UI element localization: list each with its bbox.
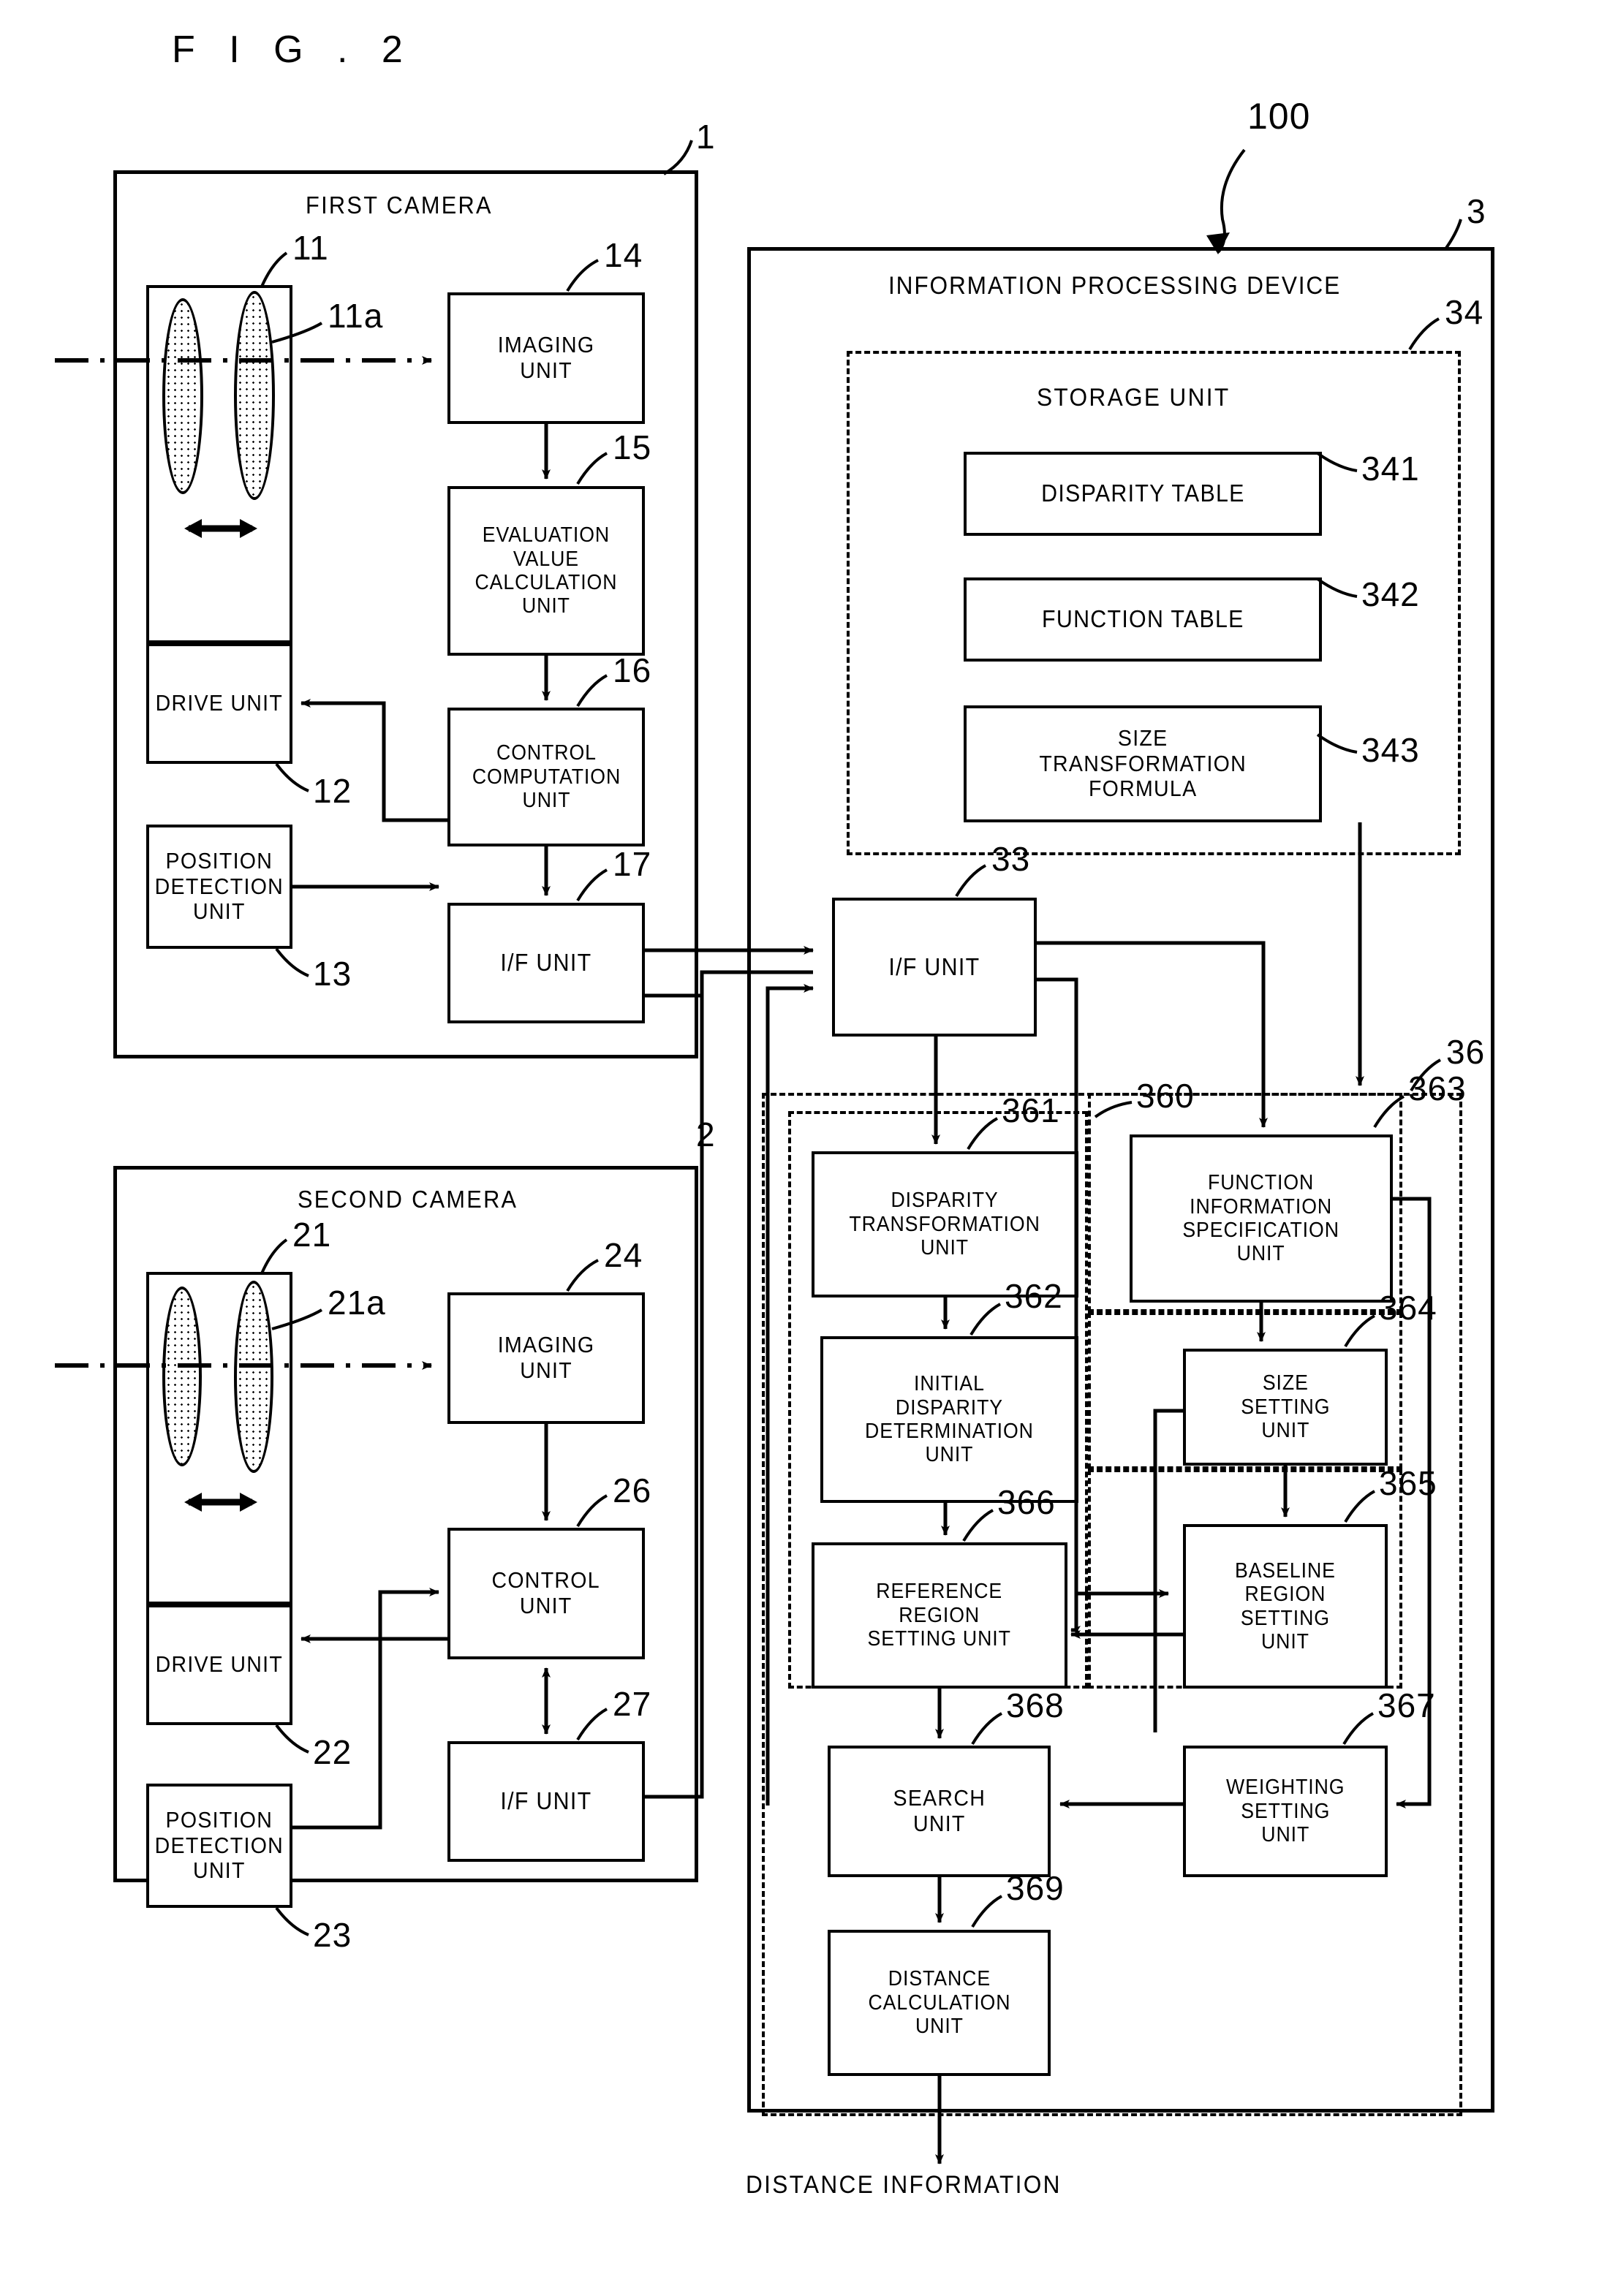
function-table: FUNCTION TABLE [964,577,1322,662]
ref-drive-2: 22 [313,1733,352,1771]
first-control-computation-unit: CONTROL COMPUTATION UNIT [447,708,645,846]
ref-search: 368 [1006,1686,1065,1724]
second-camera-title: SECOND CAMERA [298,1186,518,1213]
first-position-detection-label: POSITION DETECTION UNIT [154,847,284,925]
ref-lens-1a: 11a [328,297,384,335]
ref-imaging-1: 14 [604,236,643,274]
second-lens-element-front [162,1287,202,1466]
second-if-unit: I/F UNIT [447,1741,645,1862]
ref-evaluation-1: 15 [613,428,652,466]
second-lens-element-rear [234,1281,273,1473]
reference-region-setting-unit: REFERENCE REGION SETTING UNIT [812,1542,1067,1689]
second-imaging-unit-label: IMAGING UNIT [497,1332,595,1383]
size-transformation-formula-label: SIZE TRANSFORMATION FORMULA [1039,724,1247,802]
size-transformation-formula: SIZE TRANSFORMATION FORMULA [964,705,1322,822]
second-drive-unit-label: DRIVE UNIT [155,1651,284,1678]
ref-size-formula: 343 [1361,731,1420,769]
weighting-setting-unit-label: WEIGHTING SETTING UNIT [1225,1776,1345,1847]
function-information-specification-unit: FUNCTION INFORMATION SPECIFICATION UNIT [1130,1134,1393,1303]
storage-unit-title: STORAGE UNIT [1037,384,1231,412]
first-evaluation-unit-label: EVALUATION VALUE CALCULATION UNIT [475,523,618,618]
second-control-unit-label: CONTROL UNIT [491,1567,601,1618]
second-if-unit-label: I/F UNIT [500,1787,592,1815]
ref-disparity-table: 341 [1361,450,1420,488]
baseline-region-setting-unit-label: BASELINE REGION SETTING UNIT [1235,1558,1336,1653]
ref-if-1: 17 [613,845,652,883]
distance-information-label: DISTANCE INFORMATION [746,2171,1062,2199]
reference-region-setting-unit-label: REFERENCE REGION SETTING UNIT [867,1580,1012,1651]
disparity-table: DISPARITY TABLE [964,452,1322,536]
ref-system: 100 [1247,96,1311,137]
initial-disparity-determination-unit: INITIAL DISPARITY DETERMINATION UNIT [820,1336,1078,1503]
first-position-detection-unit: POSITION DETECTION UNIT [146,825,292,949]
first-evaluation-value-calculation-unit: EVALUATION VALUE CALCULATION UNIT [447,486,645,656]
ref-control-2: 26 [613,1471,652,1509]
second-control-unit: CONTROL UNIT [447,1528,645,1659]
patent-figure-canvas: F I G . 2 FIRST CAMERA DRIVE UNIT POSITI… [0,0,1599,2296]
first-imaging-unit-label: IMAGING UNIT [497,332,595,383]
disparity-transformation-unit-label: DISPARITY TRANSFORMATION UNIT [849,1189,1041,1260]
search-unit-label: SEARCH UNIT [893,1785,986,1836]
ref-lens-2a: 21a [328,1284,386,1322]
ref-storage: 34 [1445,293,1484,331]
device-if-unit: I/F UNIT [832,898,1037,1037]
ref-position-2: 23 [313,1916,352,1954]
ref-lens-2: 21 [292,1216,332,1254]
distance-calculation-unit: DISTANCE CALCULATION UNIT [828,1930,1051,2076]
first-drive-unit-label: DRIVE UNIT [155,690,284,716]
baseline-region-setting-unit: BASELINE REGION SETTING UNIT [1183,1524,1388,1689]
ref-weighting: 367 [1377,1686,1436,1724]
first-drive-unit: DRIVE UNIT [146,643,292,764]
ref-function-table: 342 [1361,575,1420,613]
disparity-table-label: DISPARITY TABLE [1040,480,1245,507]
disparity-transformation-unit: DISPARITY TRANSFORMATION UNIT [812,1151,1078,1297]
ref-function-info: 363 [1408,1069,1467,1107]
figure-title: F I G . 2 [172,29,415,71]
ref-disparity-transform: 361 [1002,1091,1060,1129]
second-position-detection-label: POSITION DETECTION UNIT [154,1806,284,1884]
weighting-setting-unit: WEIGHTING SETTING UNIT [1183,1746,1388,1877]
second-drive-unit: DRIVE UNIT [146,1604,292,1725]
search-unit: SEARCH UNIT [828,1746,1051,1877]
ref-if-3: 33 [991,840,1031,878]
ref-baseline-region: 365 [1379,1464,1437,1502]
ref-initial-disparity: 362 [1005,1277,1063,1315]
size-setting-unit: SIZE SETTING UNIT [1183,1349,1388,1466]
device-if-unit-label: I/F UNIT [888,952,980,980]
second-position-detection-unit: POSITION DETECTION UNIT [146,1784,292,1908]
ref-drive-1: 12 [313,772,352,810]
ref-first-camera: 1 [696,118,716,156]
second-imaging-unit: IMAGING UNIT [447,1292,645,1424]
ref-reference-region: 366 [997,1483,1056,1521]
ref-second-camera: 2 [696,1115,716,1153]
size-setting-unit-label: SIZE SETTING UNIT [1240,1371,1331,1443]
ref-group-360: 360 [1136,1077,1195,1115]
ref-imaging-2: 24 [604,1236,643,1274]
information-processing-device-title: INFORMATION PROCESSING DEVICE [888,272,1342,300]
ref-distance-calc: 369 [1006,1869,1065,1907]
ref-position-1: 13 [313,955,352,993]
first-lens-element-front [162,298,203,494]
first-if-unit-label: I/F UNIT [500,949,592,977]
ref-info-device: 3 [1467,192,1486,230]
first-if-unit: I/F UNIT [447,903,645,1023]
ref-size-setting: 364 [1379,1289,1437,1327]
ref-control-comp-1: 16 [613,651,652,689]
first-imaging-unit: IMAGING UNIT [447,292,645,424]
first-control-computation-label: CONTROL COMPUTATION UNIT [472,741,621,813]
initial-disparity-determination-unit-label: INITIAL DISPARITY DETERMINATION UNIT [865,1372,1034,1467]
ref-lens-1: 11 [292,229,329,267]
distance-calculation-unit-label: DISTANCE CALCULATION UNIT [868,1967,1010,2039]
function-information-specification-unit-label: FUNCTION INFORMATION SPECIFICATION UNIT [1182,1171,1340,1266]
first-camera-title: FIRST CAMERA [306,192,493,219]
ref-if-2: 27 [613,1685,652,1723]
first-lens-element-rear [234,291,275,500]
ref-processing: 36 [1446,1033,1486,1071]
function-table-label: FUNCTION TABLE [1041,605,1244,633]
